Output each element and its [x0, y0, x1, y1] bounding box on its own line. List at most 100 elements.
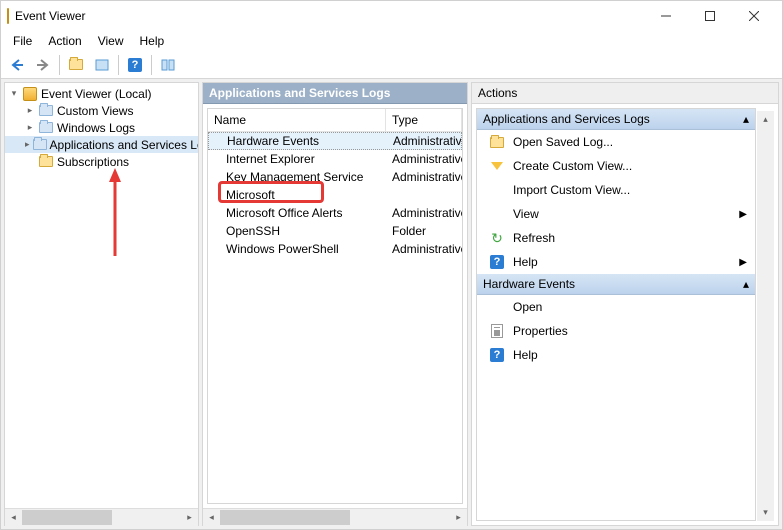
expand-icon[interactable]: ▸ [25, 123, 35, 133]
tree-hscrollbar[interactable]: ◂ ▸ [5, 508, 198, 525]
cell-type: Administrative [386, 206, 462, 220]
action-label: Create Custom View... [513, 159, 632, 173]
tree-item-label: Subscriptions [57, 155, 129, 169]
tree-item-subscriptions[interactable]: Subscriptions [5, 153, 198, 170]
col-name[interactable]: Name [208, 109, 386, 131]
properties-icon [489, 323, 505, 339]
main-area: ▾ Event Viewer (Local) ▸ Custom Views ▸ … [1, 79, 782, 529]
action-item[interactable]: Import Custom View... [477, 178, 755, 202]
actions-section-appserviceslogs[interactable]: Applications and Services Logs ▴ [477, 109, 755, 130]
window-title: Event Viewer [15, 9, 644, 23]
menu-file[interactable]: File [5, 32, 40, 50]
title-bar: Event Viewer [1, 1, 782, 31]
cell-type: Administrative [386, 242, 462, 256]
scroll-up-icon[interactable]: ▴ [757, 111, 774, 128]
actions-body: Applications and Services Logs ▴ Open Sa… [476, 108, 756, 521]
menu-bar: File Action View Help [1, 31, 782, 51]
cell-type: Administrative [386, 152, 462, 166]
action-label: Help [513, 348, 538, 362]
expand-icon[interactable]: ▸ [25, 106, 35, 116]
forward-button[interactable] [31, 53, 55, 77]
list-row[interactable]: Internet ExplorerAdministrative [208, 150, 462, 168]
tree-root-label: Event Viewer (Local) [41, 87, 152, 101]
list-row[interactable]: Windows PowerShellAdministrative [208, 240, 462, 258]
subscriptions-icon [38, 154, 54, 170]
folder-icon [33, 137, 47, 153]
scroll-left-icon[interactable]: ◂ [5, 509, 22, 526]
list-view[interactable]: Name Type Hardware EventsAdministrativeI… [207, 108, 463, 504]
back-button[interactable] [5, 53, 29, 77]
open-folder-button[interactable] [64, 53, 88, 77]
section-title: Hardware Events [483, 277, 575, 291]
cell-name: Microsoft [208, 188, 386, 202]
action-item[interactable]: ?Help [477, 343, 755, 367]
list-row[interactable]: Microsoft [208, 186, 462, 204]
action-item[interactable]: Properties [477, 319, 755, 343]
collapse-icon[interactable]: ▴ [743, 112, 749, 126]
list-row[interactable]: Key Management ServiceAdministrative [208, 168, 462, 186]
action-label: Refresh [513, 231, 555, 245]
help-icon: ? [489, 254, 505, 270]
menu-view[interactable]: View [90, 32, 132, 50]
help-button[interactable]: ? [123, 53, 147, 77]
submenu-icon: ▶ [739, 209, 747, 220]
action-label: Open [513, 300, 542, 314]
tree-item-customviews[interactable]: ▸ Custom Views [5, 102, 198, 119]
action-item[interactable]: ↻Refresh [477, 226, 755, 250]
menu-help[interactable]: Help [132, 32, 173, 50]
collapse-icon[interactable]: ▴ [743, 277, 749, 291]
col-type[interactable]: Type [386, 109, 462, 131]
cell-name: Microsoft Office Alerts [208, 206, 386, 220]
cell-name: OpenSSH [208, 224, 386, 238]
blank-icon [489, 299, 505, 315]
action-label: Help [513, 255, 538, 269]
scroll-left-icon[interactable]: ◂ [203, 509, 220, 526]
actions-section2-items: Open Properties ?Help [477, 295, 755, 367]
cell-name: Internet Explorer [208, 152, 386, 166]
panels-button[interactable] [156, 53, 180, 77]
action-item[interactable]: Open [477, 295, 755, 319]
menu-action[interactable]: Action [40, 32, 89, 50]
tree-item-appserviceslogs[interactable]: ▸ Applications and Services Logs [5, 136, 198, 153]
list-row[interactable]: OpenSSHFolder [208, 222, 462, 240]
collapse-icon[interactable]: ▾ [9, 89, 19, 99]
view-button[interactable] [90, 53, 114, 77]
scroll-down-icon[interactable]: ▾ [757, 504, 774, 521]
actions-pane: Actions Applications and Services Logs ▴… [471, 82, 779, 526]
cell-type: Administrative [386, 170, 462, 184]
list-row[interactable]: Hardware EventsAdministrative [208, 132, 462, 150]
actions-section-hardwareevents[interactable]: Hardware Events ▴ [477, 274, 755, 295]
blank-icon [489, 182, 505, 198]
separator [59, 55, 60, 75]
cell-type: Folder [386, 224, 462, 238]
action-item[interactable]: Open Saved Log... [477, 130, 755, 154]
tree-item-label: Applications and Services Logs [50, 138, 198, 152]
list-row[interactable]: Microsoft Office AlertsAdministrative [208, 204, 462, 222]
scroll-right-icon[interactable]: ▸ [181, 509, 198, 526]
list-hscrollbar[interactable]: ◂ ▸ [203, 508, 467, 525]
action-item[interactable]: ?Help▶ [477, 250, 755, 274]
expand-icon[interactable]: ▸ [25, 140, 30, 150]
action-label: Properties [513, 324, 568, 338]
list-columns: Name Type [208, 109, 462, 132]
maximize-button[interactable] [688, 2, 732, 30]
list-header: Applications and Services Logs [203, 83, 467, 104]
blank-icon [489, 206, 505, 222]
tree-item-windowslogs[interactable]: ▸ Windows Logs [5, 119, 198, 136]
close-button[interactable] [732, 2, 776, 30]
action-item[interactable]: Create Custom View... [477, 154, 755, 178]
minimize-button[interactable] [644, 2, 688, 30]
actions-vscrollbar[interactable]: ▴ ▾ [757, 111, 774, 521]
tree-root[interactable]: ▾ Event Viewer (Local) [5, 85, 198, 102]
cell-name: Hardware Events [209, 134, 387, 148]
tree-item-label: Windows Logs [57, 121, 135, 135]
actions-section1-items: Open Saved Log... Create Custom View... Im… [477, 130, 755, 274]
action-item[interactable]: View▶ [477, 202, 755, 226]
action-label: Open Saved Log... [513, 135, 613, 149]
cell-name: Windows PowerShell [208, 242, 386, 256]
tree-view[interactable]: ▾ Event Viewer (Local) ▸ Custom Views ▸ … [5, 83, 198, 508]
scroll-right-icon[interactable]: ▸ [450, 509, 467, 526]
toolbar: ? [1, 51, 782, 79]
eventviewer-icon [22, 86, 38, 102]
separator [118, 55, 119, 75]
